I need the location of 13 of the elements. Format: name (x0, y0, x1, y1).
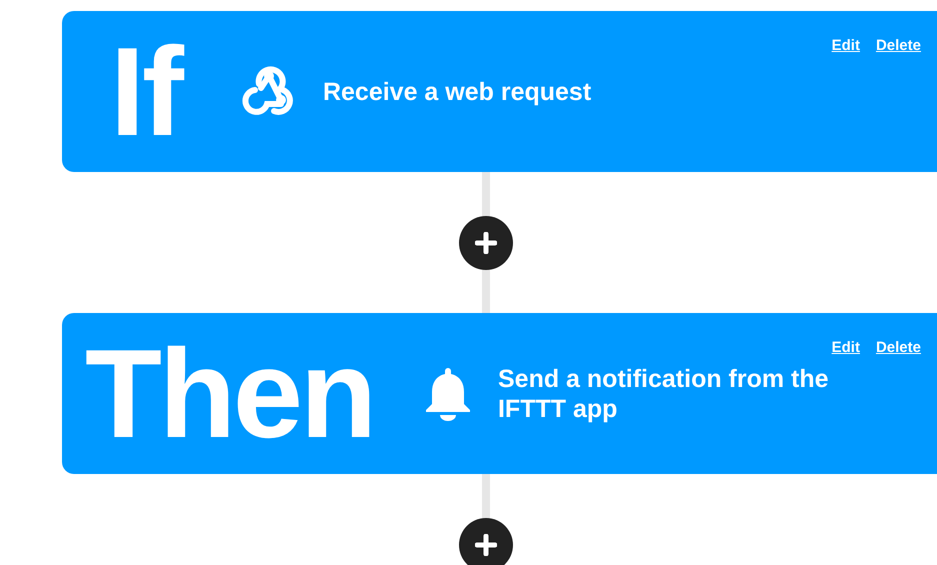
add-step-button[interactable] (458, 518, 512, 565)
bell-icon (424, 366, 472, 422)
step-keyword: Then (85, 330, 374, 456)
edit-link[interactable]: Edit (832, 35, 860, 58)
delete-link[interactable]: Delete (876, 35, 921, 58)
step-title: Receive a web request (322, 76, 592, 106)
step-title: Send a notification from the IFTTT app (498, 364, 830, 424)
step-keyword: If (110, 28, 181, 154)
delete-link[interactable]: Delete (876, 337, 921, 360)
plus-icon (474, 534, 496, 556)
plus-icon (474, 232, 496, 254)
edit-link[interactable]: Edit (832, 337, 860, 360)
add-step-button[interactable] (458, 216, 512, 270)
